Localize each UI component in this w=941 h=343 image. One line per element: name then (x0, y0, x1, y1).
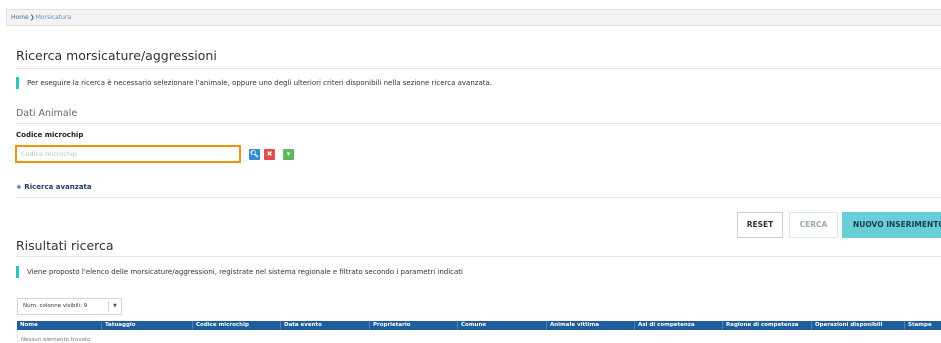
column-header-asl[interactable]: Asl di competenza (635, 321, 723, 330)
breadcrumb-current[interactable]: Morsicatura (36, 14, 71, 21)
results-table-header: Nome Tatuaggio Codice microchip Data eve… (17, 321, 941, 330)
breadcrumb-separator-icon: ❯ (29, 14, 35, 21)
column-header-animale-vittima[interactable]: Animale vittima (547, 321, 635, 330)
select-divider (108, 301, 109, 312)
animal-section-title: Dati Animale (16, 108, 78, 119)
breadcrumb-home-link[interactable]: Home (11, 14, 29, 21)
column-header-stampe[interactable]: Stampe (905, 321, 941, 330)
advanced-search-link[interactable]: + Ricerca avanzata (16, 183, 92, 191)
page-title: Ricerca morsicature/aggressioni (16, 48, 217, 63)
close-icon: ✖ (266, 150, 273, 158)
search-button[interactable]: CERCA (789, 212, 838, 238)
visible-columns-select[interactable]: Num. colonne visibili: 9 ▼ (17, 298, 122, 315)
microchip-options-button[interactable]: ▾ (283, 149, 294, 160)
divider (16, 197, 941, 198)
empty-table-message: Nessun elemento trovato (21, 337, 91, 343)
results-title: Risultati ricerca (16, 238, 114, 253)
column-header-data-evento[interactable]: Data evento (281, 321, 370, 330)
column-header-tatuaggio[interactable]: Tatuaggio (102, 321, 193, 330)
breadcrumb: Home❯Morsicatura (6, 9, 941, 26)
visible-columns-label: Num. colonne visibili: 9 (23, 303, 88, 309)
search-microchip-button[interactable]: 🔍︎ (249, 149, 260, 160)
chevron-down-icon: ▾ (286, 150, 291, 158)
divider (16, 68, 941, 69)
column-header-operazioni[interactable]: Operazioni disponibili (812, 321, 905, 330)
search-icon: 🔍︎ (250, 150, 259, 158)
results-table-body: Nessun elemento trovato (17, 330, 941, 343)
new-entry-button[interactable]: NUOVO INSERIMENTO (842, 212, 941, 238)
chevron-down-icon: ▼ (113, 303, 117, 309)
column-header-microchip[interactable]: Codice microchip (193, 321, 281, 330)
search-info-note: Per eseguire la ricerca è necessario sel… (16, 77, 492, 89)
divider (16, 256, 941, 257)
results-info-note: Viene proposto l'elenco delle morsicatur… (16, 266, 463, 278)
microchip-label: Codice microchip (16, 131, 84, 139)
column-header-comune[interactable]: Comune (458, 321, 547, 330)
divider (16, 123, 941, 124)
column-header-nome[interactable]: Nome (17, 321, 102, 330)
clear-microchip-button[interactable]: ✖ (264, 149, 275, 160)
column-header-regione[interactable]: Regione di competenza (723, 321, 812, 330)
microchip-input[interactable] (15, 145, 241, 163)
column-header-proprietario[interactable]: Proprietario (370, 321, 458, 330)
reset-button[interactable]: RESET (737, 212, 783, 238)
